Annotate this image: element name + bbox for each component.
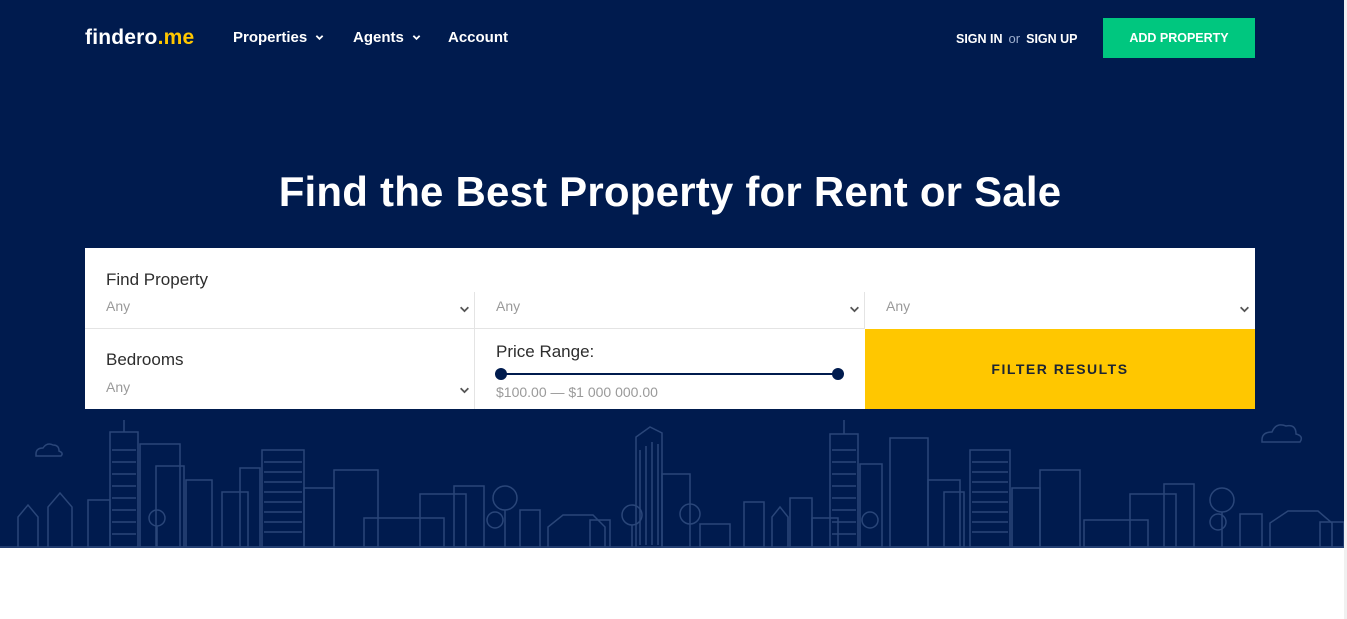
sign-in-link[interactable]: SIGN IN [956, 32, 1003, 46]
nav-item-account[interactable]: Account [448, 29, 508, 46]
skyline-illustration [0, 420, 1344, 548]
price-range-control: Price Range: $100.00 — $1 000 000.00 [475, 329, 865, 409]
find-property-select[interactable]: Any [85, 248, 475, 328]
property-search-panel: Find Property Any Any Any Bedrooms Any P… [85, 248, 1255, 409]
price-range-label: Price Range: [496, 342, 595, 361]
price-range-max-handle[interactable] [832, 368, 844, 380]
add-property-button[interactable]: ADD PROPERTY [1103, 18, 1255, 58]
nav-item-label: Account [448, 29, 508, 46]
sign-up-link[interactable]: SIGN UP [1026, 32, 1077, 46]
top-navigation: findero.me Properties Agents Account SIG… [0, 0, 1344, 76]
price-range-min-handle[interactable] [495, 368, 507, 380]
nav-item-properties[interactable]: Properties [233, 29, 324, 46]
property-type-select[interactable]: Any [475, 248, 865, 328]
find-property-value: Any [106, 298, 131, 314]
chevron-down-icon [1240, 306, 1249, 313]
bedrooms-select[interactable]: Any [85, 329, 475, 409]
auth-separator: or [1008, 31, 1021, 46]
nav-item-label: Properties [233, 29, 308, 46]
price-range-value: $100.00 — $1 000 000.00 [496, 384, 658, 400]
logo-suffix: .me [157, 26, 195, 49]
site-logo[interactable]: findero.me [85, 26, 194, 50]
location-value: Any [886, 298, 911, 314]
hero-section: findero.me Properties Agents Account SIG… [0, 0, 1344, 548]
filter-results-button[interactable]: FILTER RESULTS [865, 329, 1255, 409]
price-range-track[interactable] [501, 373, 838, 375]
logo-text: findero [85, 26, 158, 49]
chevron-down-icon [460, 387, 469, 394]
chevron-down-icon [460, 306, 469, 313]
chevron-down-icon [315, 35, 324, 41]
page-title: Find the Best Property for Rent or Sale [278, 168, 1062, 215]
nav-item-label: Agents [353, 29, 404, 46]
auth-links: SIGN IN or SIGN UP [956, 31, 1078, 46]
location-select[interactable]: Any [865, 248, 1255, 328]
chevron-down-icon [850, 306, 859, 313]
property-type-value: Any [496, 298, 521, 314]
nav-item-agents[interactable]: Agents [353, 29, 421, 46]
bedrooms-value: Any [106, 379, 131, 395]
chevron-down-icon [412, 35, 421, 41]
